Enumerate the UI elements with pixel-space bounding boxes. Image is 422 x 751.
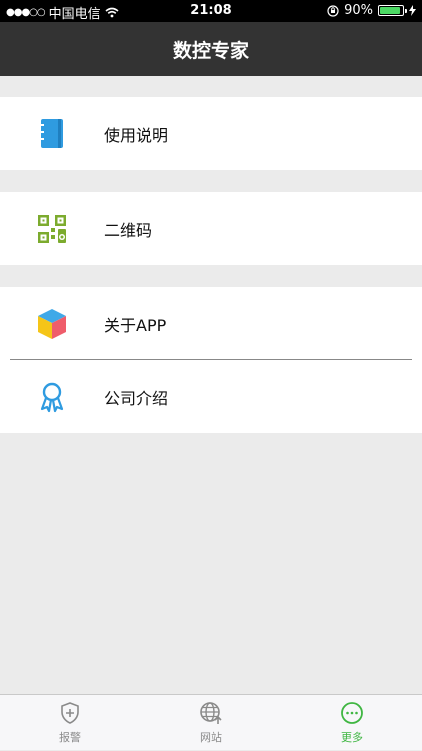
menu-item-label: 二维码 <box>104 220 153 240</box>
tab-bar: 报警 网站 更多 <box>0 694 422 750</box>
nav-bar: 数控专家 <box>0 22 422 76</box>
battery-percent: 90% <box>344 3 373 18</box>
tab-more[interactable]: 更多 <box>282 695 422 751</box>
menu-item-company-intro[interactable]: 公司介绍 <box>0 360 422 433</box>
page-title: 数控专家 <box>172 39 249 62</box>
charging-bolt-icon <box>409 5 416 16</box>
menu-item-label: 关于APP <box>104 315 167 335</box>
tab-alarm[interactable]: 报警 <box>0 695 140 751</box>
menu-item-qr-code[interactable]: 二维码 <box>0 192 422 265</box>
tab-label: 网站 <box>200 731 222 744</box>
status-bar: ●●●○○ 中国电信 21:08 90% <box>0 0 422 22</box>
award-ribbon-icon <box>40 382 64 413</box>
tab-label: 报警 <box>59 731 81 744</box>
manual-book-icon <box>39 119 63 148</box>
menu-group-3: 关于APP 公司介绍 <box>0 287 422 433</box>
shield-plus-icon <box>61 702 79 724</box>
menu-item-manual[interactable]: 使用说明 <box>0 97 422 170</box>
menu-item-about-app[interactable]: 关于APP <box>0 287 422 360</box>
battery-fill <box>380 7 400 14</box>
orientation-lock-icon <box>327 4 339 17</box>
qr-code-icon <box>38 215 66 243</box>
globe-upload-icon <box>200 702 222 724</box>
menu-item-label: 公司介绍 <box>104 388 169 408</box>
menu-group-1: 使用说明 <box>0 97 422 170</box>
tab-label: 更多 <box>341 731 363 744</box>
tab-website[interactable]: 网站 <box>141 695 281 751</box>
menu-item-label: 使用说明 <box>104 125 169 145</box>
more-dots-icon <box>341 702 363 724</box>
battery-icon <box>378 5 407 16</box>
status-right: 90% <box>327 3 416 18</box>
cube-icon <box>38 309 66 339</box>
menu-group-2: 二维码 <box>0 192 422 265</box>
